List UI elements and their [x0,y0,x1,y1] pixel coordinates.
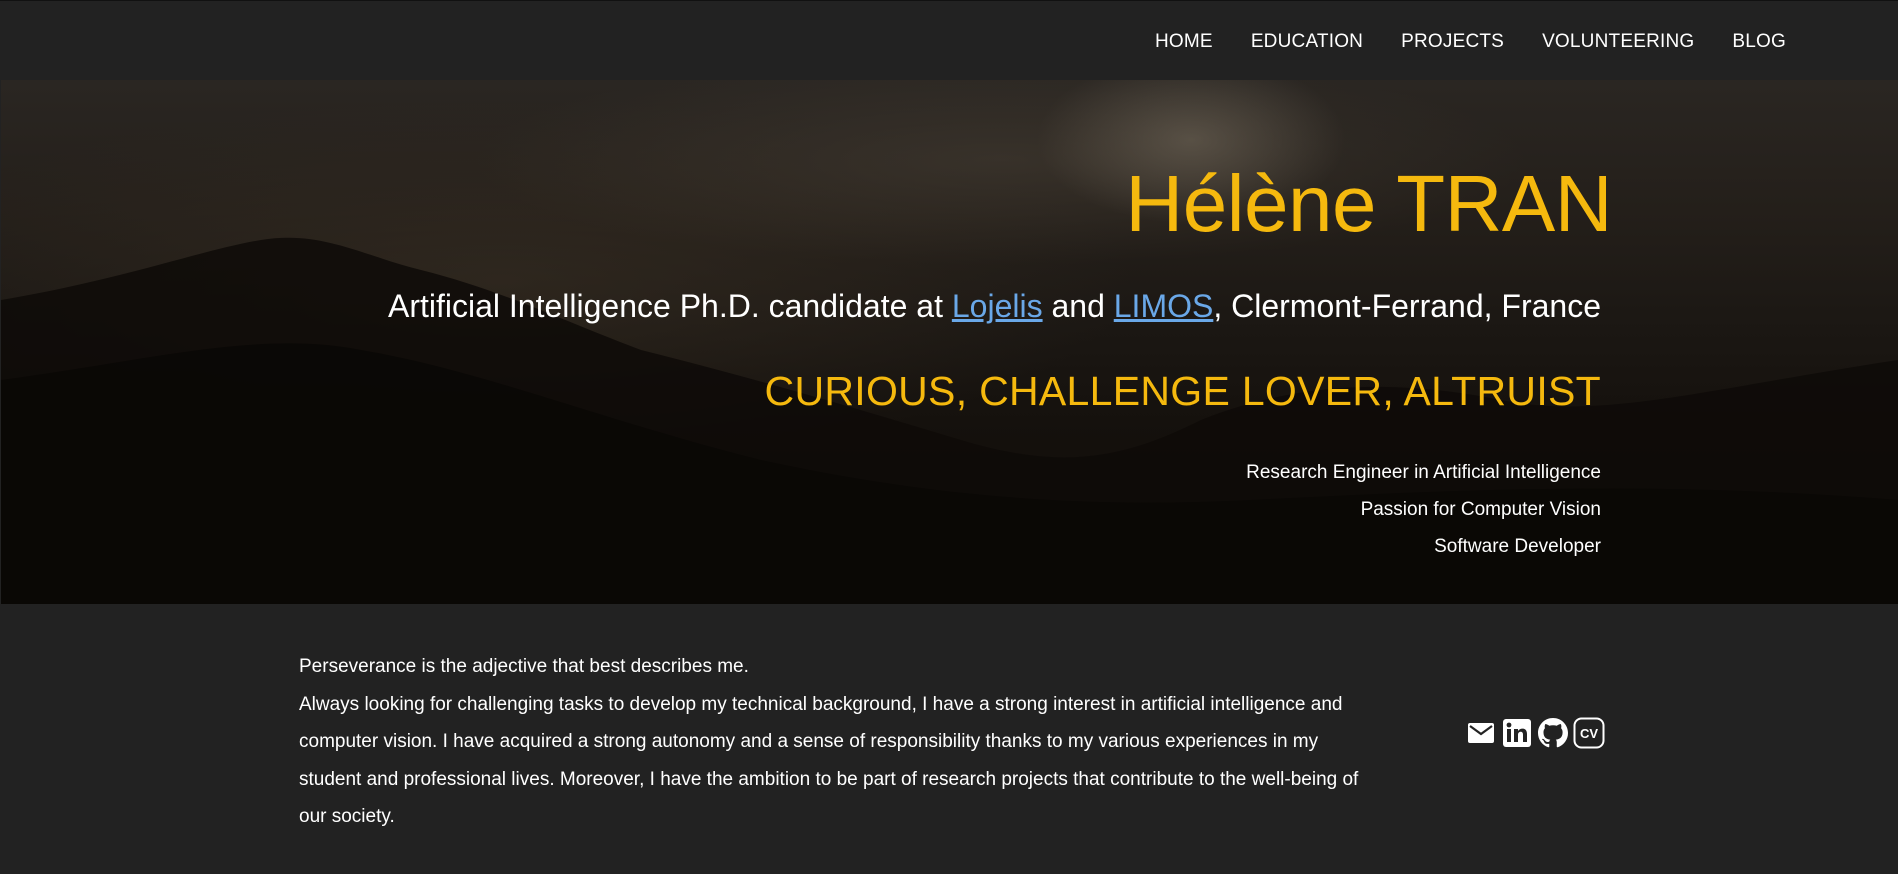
hero-subtitle: Artificial Intelligence Ph.D. candidate … [388,288,1601,325]
subtitle-suffix: , Clermont-Ferrand, France [1213,288,1601,324]
social-links: CV [1465,717,1605,749]
role-item: Passion for Computer Vision [1360,499,1601,520]
cv-icon-label: CV [1580,726,1598,741]
cv-icon[interactable]: CV [1573,717,1605,749]
lojelis-link[interactable]: Lojelis [952,288,1043,324]
limos-link[interactable]: LIMOS [1114,288,1214,324]
github-icon[interactable] [1537,717,1569,749]
hero-name: Hélène TRAN [1125,159,1612,248]
nav-item-volunteering[interactable]: VOLUNTEERING [1542,31,1694,53]
role-item: Research Engineer in Artificial Intellig… [1246,462,1601,483]
nav-menu: HOME EDUCATION PROJECTS VOLUNTEERING BLO… [1117,31,1786,53]
top-navigation: HOME EDUCATION PROJECTS VOLUNTEERING BLO… [0,0,1898,80]
about-section: Perseverance is the adjective that best … [299,648,1379,836]
hero-banner: Hélène TRAN Artificial Intelligence Ph.D… [1,80,1898,604]
hero-tagline: CURIOUS, CHALLENGE LOVER, ALTRUIST [764,368,1601,414]
nav-item-education[interactable]: EDUCATION [1251,31,1363,53]
nav-item-home[interactable]: HOME [1155,31,1213,53]
nav-item-blog[interactable]: BLOG [1732,31,1786,53]
subtitle-prefix: Artificial Intelligence Ph.D. candidate … [388,288,952,324]
hero-roles-list: Research Engineer in Artificial Intellig… [1246,454,1601,565]
role-item: Software Developer [1434,536,1601,557]
subtitle-and: and [1042,288,1114,324]
about-paragraph: Always looking for challenging tasks to … [299,693,1359,828]
mountain-background-image [1,237,1898,604]
nav-item-projects[interactable]: PROJECTS [1401,31,1504,53]
about-intro: Perseverance is the adjective that best … [299,656,749,677]
linkedin-icon[interactable] [1501,717,1533,749]
mail-icon[interactable] [1465,717,1497,749]
